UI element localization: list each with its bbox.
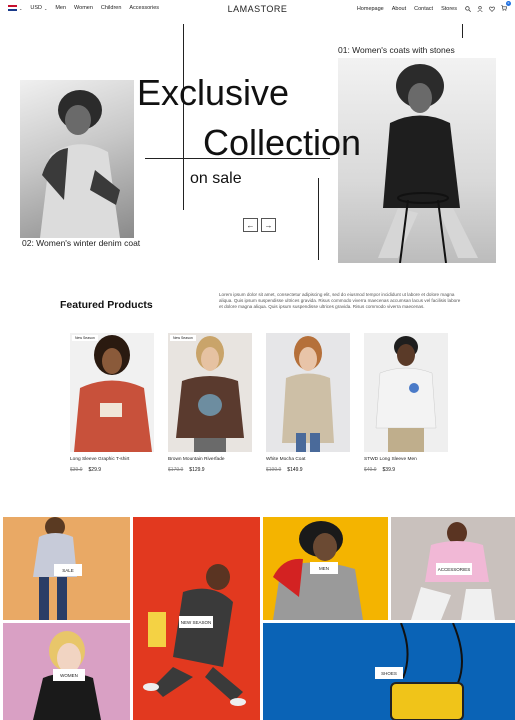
decor-line-vertical — [183, 24, 184, 210]
product-price: $199.9 $149.9 — [266, 467, 350, 473]
hero-image-coat-with-stones — [338, 58, 496, 263]
hero-arrows: ← → — [243, 218, 276, 232]
product-name[interactable]: STWD Long Sleeve Men — [364, 457, 448, 462]
category-label-sale[interactable]: Sale — [54, 564, 82, 576]
product-card[interactable]: White Mocha Coat $199.9 $149.9 — [266, 333, 350, 473]
cart-count-badge: 0 — [506, 1, 511, 6]
nav-link-stores[interactable]: Stores — [441, 6, 457, 12]
product-name[interactable]: Brown Mountain Riverfade — [168, 457, 252, 462]
product-name[interactable]: White Mocha Coat — [266, 457, 350, 462]
category-tile-new-season[interactable]: New Season — [133, 517, 260, 720]
product-old-price: $39.9 — [70, 467, 83, 473]
product-image[interactable] — [266, 333, 350, 452]
category-tile-shoes[interactable]: Shoes — [263, 623, 515, 720]
product-card[interactable]: STWD Long Sleeve Men $49.9 $39.9 — [364, 333, 448, 473]
product-current-price: $39.9 — [382, 467, 396, 473]
product-name[interactable]: Long Sleeve Graphic T-shirt — [70, 457, 154, 462]
featured-products-title: Featured Products — [60, 299, 153, 311]
category-tile-accessories[interactable]: Accessories — [391, 517, 515, 620]
hero-slider: 02: Women's winter denim coat 01: Women'… — [0, 18, 515, 278]
product-current-price: $149.9 — [287, 467, 303, 473]
product-image[interactable] — [364, 333, 448, 452]
categories-grid: Sale Women New Season Men — [0, 515, 515, 720]
product-badge: New Season — [72, 335, 98, 341]
next-slide-button[interactable]: → — [261, 218, 276, 232]
product-price: $49.9 $39.9 — [364, 467, 448, 473]
arrow-left-icon: ← — [246, 220, 255, 230]
nav-right: Homepage About Contact Stores 0 — [357, 1, 511, 13]
product-list: New Season Long Sleeve Graphic T-shirt $… — [70, 333, 448, 473]
prev-slide-button[interactable]: ← — [243, 218, 258, 232]
hero-title-line2: Collection — [203, 122, 362, 163]
product-price: $39.9 $29.9 — [70, 467, 154, 473]
heart-icon[interactable] — [489, 6, 495, 12]
hero-subtitle: on sale — [190, 170, 242, 187]
category-tile-men[interactable]: Men — [263, 517, 388, 620]
featured-products-description: Lorem ipsum dolor sit amet, consectetur … — [219, 292, 461, 309]
hero-title-line1: Exclusive — [137, 72, 290, 113]
hero-caption-right: 01: Women's coats with stones — [338, 45, 455, 55]
category-label-accessories[interactable]: Accessories — [436, 563, 472, 575]
arrow-right-icon: → — [264, 220, 273, 230]
hero-image-winter-denim-coat — [20, 80, 134, 238]
category-tile-sale[interactable]: Sale — [3, 517, 130, 620]
category-tile-women[interactable]: Women — [3, 623, 130, 720]
product-current-price: $129.9 — [189, 467, 205, 473]
decor-line-vertical — [318, 178, 319, 260]
cart-button[interactable]: 0 — [501, 1, 511, 13]
category-label-men[interactable]: Men — [310, 562, 338, 574]
nav-link-homepage[interactable]: Homepage — [357, 6, 384, 12]
user-icon[interactable] — [477, 6, 483, 12]
product-price: $179.9 $129.9 — [168, 467, 252, 473]
product-card[interactable]: New Season Long Sleeve Graphic T-shirt $… — [70, 333, 154, 473]
search-icon[interactable] — [465, 6, 471, 12]
product-current-price: $29.9 — [88, 467, 102, 473]
category-label-shoes[interactable]: Shoes — [375, 667, 403, 679]
product-old-price: $199.9 — [266, 467, 282, 473]
product-image[interactable]: New Season — [70, 333, 154, 452]
hero-caption-left: 02: Women's winter denim coat — [22, 238, 141, 248]
nav-link-about[interactable]: About — [392, 6, 406, 12]
decor-line-vertical — [462, 24, 463, 38]
nav-icons: 0 — [465, 1, 511, 13]
product-old-price: $49.9 — [364, 467, 377, 473]
product-old-price: $179.9 — [168, 467, 184, 473]
top-navbar: ⌄ USD ⌄ Men Women Children Accessories L… — [0, 0, 515, 18]
nav-link-contact[interactable]: Contact — [414, 6, 433, 12]
product-image[interactable]: New Season — [168, 333, 252, 452]
category-label-new-season[interactable]: New Season — [179, 616, 213, 628]
cart-icon — [501, 5, 508, 11]
product-badge: New Season — [170, 335, 196, 341]
product-card[interactable]: New Season Brown Mountain Riverfade $179… — [168, 333, 252, 473]
category-label-women[interactable]: Women — [53, 669, 85, 681]
